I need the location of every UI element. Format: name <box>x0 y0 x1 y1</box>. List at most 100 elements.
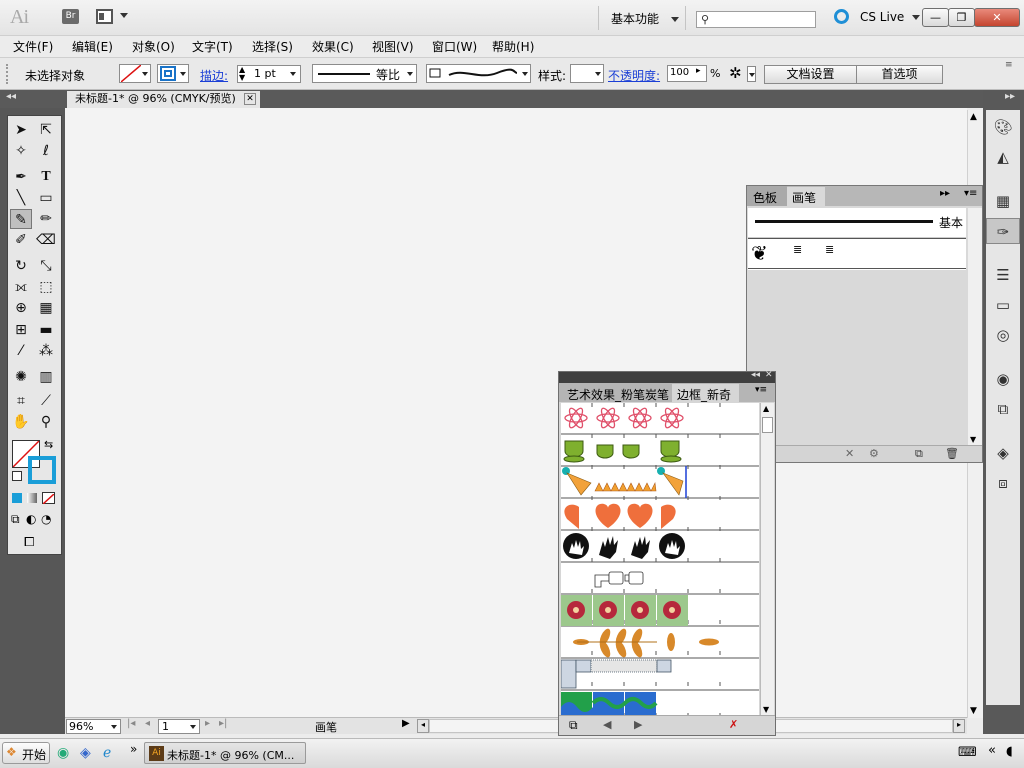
tray-expand-icon[interactable]: « <box>988 743 996 758</box>
draw-normal-icon[interactable]: ⧉ <box>11 512 20 527</box>
magic-wand-tool-icon[interactable]: ✧ <box>10 141 32 161</box>
collapse-icon[interactable]: ◂◂ <box>751 370 760 380</box>
gradient-tool-icon[interactable]: ▬ <box>35 320 57 340</box>
layers-panel-icon[interactable]: ◈ <box>986 440 1020 466</box>
panel-scrollbar[interactable]: ▼ <box>968 208 982 445</box>
start-button[interactable]: ❖ 开始 <box>2 742 50 764</box>
fill-color-dropdown[interactable] <box>119 64 151 83</box>
cs-live-menu[interactable]: CS Live <box>860 10 921 24</box>
slice-tool-icon[interactable]: ⟋ <box>35 391 57 411</box>
menu-type[interactable]: 文字(T) <box>192 38 233 55</box>
pencil-tool-icon[interactable]: ✏ <box>35 209 57 229</box>
app-icon[interactable]: ◈ <box>80 745 91 761</box>
appearance-panel-icon[interactable]: ◉ <box>986 366 1020 392</box>
next-library-icon[interactable]: ▶ <box>634 718 642 731</box>
last-artboard-icon[interactable]: ▸| <box>219 718 227 729</box>
tab-art-chalk[interactable]: 艺术效果_粉笔炭笔 <box>561 384 671 402</box>
draw-inside-icon[interactable]: ◔ <box>41 512 51 526</box>
graphic-styles-icon[interactable]: ⧉ <box>986 396 1020 422</box>
scroll-right-icon[interactable]: ▸ <box>953 719 965 733</box>
first-artboard-icon[interactable]: |◂ <box>127 718 135 729</box>
hand-tool-icon[interactable]: ✋ <box>10 412 32 432</box>
prev-artboard-icon[interactable]: ◂ <box>145 718 150 729</box>
basic-brush-row[interactable]: 基本 <box>748 208 966 238</box>
arrange-documents-button[interactable] <box>96 8 130 26</box>
workspace-switcher[interactable]: 基本功能 <box>611 10 679 27</box>
opacity-panel-link[interactable]: 不透明度: <box>608 67 660 84</box>
menu-object[interactable]: 对象(O) <box>132 38 175 55</box>
delete-brush-icon[interactable]: 🗑︎ <box>945 447 959 460</box>
draw-behind-icon[interactable]: ◐ <box>26 512 36 526</box>
default-colors-icon[interactable] <box>12 471 22 481</box>
direct-selection-tool-icon[interactable]: ⇱ <box>35 120 57 140</box>
blend-tool-icon[interactable]: ⁂ <box>35 341 57 361</box>
ie-icon[interactable]: ℯ <box>103 745 111 761</box>
symbol-sprayer-tool-icon[interactable]: ✺ <box>10 367 32 387</box>
free-transform-tool-icon[interactable]: ⬚ <box>35 277 57 297</box>
screen-mode-icon[interactable]: ⧠ <box>24 535 34 550</box>
shape-builder-tool-icon[interactable]: ⊕ <box>10 298 32 318</box>
selection-tool-icon[interactable]: ➤ <box>10 120 32 140</box>
stroke-panel-icon[interactable]: ☰ <box>986 262 1020 288</box>
library-menu-icon[interactable]: ⧉ <box>569 718 578 733</box>
expand-icon[interactable]: ▸▸ <box>940 188 950 199</box>
line-tool-icon[interactable]: ╲ <box>10 188 32 208</box>
scroll-down-icon[interactable]: ▼ <box>970 435 976 444</box>
restore-button[interactable]: ❐ <box>948 8 975 27</box>
color-mode-icon[interactable] <box>12 493 22 503</box>
panel-menu-icon[interactable]: ▾≡ <box>755 385 767 395</box>
mesh-tool-icon[interactable]: ⊞ <box>10 320 32 340</box>
column-graph-tool-icon[interactable]: ▥ <box>35 367 57 387</box>
lasso-tool-icon[interactable]: ℓ <box>35 141 57 161</box>
zoom-tool-icon[interactable]: ⚲ <box>35 412 57 432</box>
pattern-brush-row[interactable]: ❦ ≣ ≣ <box>748 238 966 270</box>
none-mode-icon[interactable] <box>42 492 55 505</box>
close-icon[interactable]: ✕ <box>765 370 773 380</box>
panel-menu-icon[interactable]: ▾≡ <box>964 188 977 199</box>
remove-brush-icon[interactable]: ✗ <box>729 718 738 731</box>
paintbrush-tool-icon[interactable]: ✎ <box>10 209 32 229</box>
close-icon[interactable]: ✕ <box>244 93 256 105</box>
bridge-button[interactable]: Br <box>62 9 79 24</box>
variable-width-profile[interactable]: 等比 <box>312 64 417 83</box>
blob-brush-tool-icon[interactable]: ✐ <box>10 230 32 250</box>
drawing-modes[interactable]: ⧉ ◐ ◔ <box>11 512 57 528</box>
tab-border-novelty[interactable]: 边框_新奇 <box>672 384 739 402</box>
panel-menu-icon[interactable]: ≡ <box>1005 60 1013 70</box>
new-brush-icon[interactable]: ⧉ <box>915 447 923 461</box>
menu-view[interactable]: 视图(V) <box>372 38 414 55</box>
options-icon[interactable]: ⚙ <box>869 447 879 460</box>
color-panel-icon[interactable]: 🎨︎ <box>986 114 1020 140</box>
status-menu[interactable]: 画笔 ▶ <box>237 718 415 734</box>
artboards-panel-icon[interactable]: ⧈ <box>986 470 1020 496</box>
artboard-number-field[interactable]: 1 <box>158 719 200 734</box>
scroll-up-icon[interactable]: ▲ <box>970 112 977 122</box>
scroll-down-icon[interactable]: ▼ <box>970 706 977 716</box>
previous-library-icon[interactable]: ◀ <box>603 718 611 731</box>
menu-file[interactable]: 文件(F) <box>13 38 53 55</box>
speaker-icon[interactable]: ◖ <box>1006 744 1013 759</box>
pen-tool-icon[interactable]: ✒ <box>10 167 32 187</box>
browser-icon[interactable]: ◉ <box>57 745 69 761</box>
scroll-left-icon[interactable]: ◂ <box>417 719 429 733</box>
minimize-button[interactable]: — <box>922 8 949 27</box>
swap-colors-icon[interactable]: ⇆ <box>44 438 53 451</box>
remove-stroke-icon[interactable]: ✕ <box>845 447 854 460</box>
keyboard-icon[interactable]: ⌨ <box>958 745 977 760</box>
scroll-up-icon[interactable]: ▲ <box>763 404 769 413</box>
menu-edit[interactable]: 编辑(E) <box>72 38 113 55</box>
document-tab[interactable]: 未标题-1* @ 96% (CMYK/预览) ✕ <box>67 91 260 108</box>
type-tool-icon[interactable]: T <box>35 167 57 187</box>
rectangle-tool-icon[interactable]: ▭ <box>35 188 57 208</box>
swatches-panel-icon[interactable]: ▦ <box>986 188 1020 214</box>
expand-panels-icon[interactable]: ▸▸ <box>1005 91 1015 102</box>
transparency-panel-icon[interactable]: ◎ <box>986 322 1020 348</box>
tab-brushes[interactable]: 画笔 <box>787 187 825 206</box>
grip-handle[interactable] <box>6 64 10 84</box>
stroke-color-dropdown[interactable] <box>157 64 189 83</box>
next-artboard-icon[interactable]: ▸ <box>205 718 210 729</box>
stroke-panel-link[interactable]: 描边: <box>200 67 228 84</box>
gradient-mode-icon[interactable] <box>27 493 37 503</box>
eraser-tool-icon[interactable]: ⌫ <box>35 230 57 250</box>
opacity-field[interactable]: 100 ▸ <box>667 65 707 82</box>
